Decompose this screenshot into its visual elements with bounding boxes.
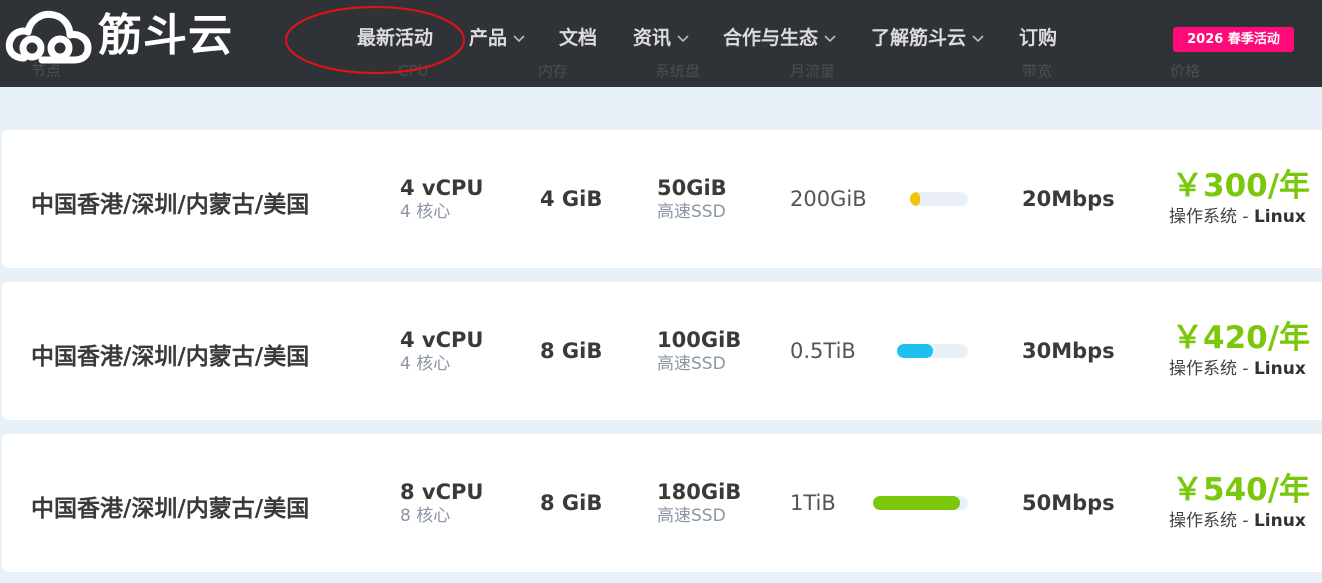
plan-bandwidth: 50Mbps bbox=[1022, 491, 1115, 515]
plan-os: 操作系统 - Linux bbox=[1169, 206, 1306, 228]
chevron-down-icon bbox=[824, 35, 836, 43]
plan-os: 操作系统 - Linux bbox=[1169, 510, 1306, 532]
brand-name: 筋斗云 bbox=[98, 10, 233, 61]
traffic-bar-fill bbox=[873, 496, 961, 510]
traffic-bar bbox=[873, 496, 968, 510]
plan-cpu: 4 vCPU bbox=[400, 328, 484, 352]
top-navbar: 筋斗云 节点 CPU 内存 系统盘 月流量 带宽 价格 最新活动 产品 文档 资… bbox=[0, 0, 1322, 87]
os-value: Linux bbox=[1253, 511, 1306, 531]
plan-bandwidth: 30Mbps bbox=[1022, 339, 1115, 363]
os-value: Linux bbox=[1253, 359, 1306, 379]
os-value: Linux bbox=[1253, 207, 1306, 227]
table-header-row: 节点 CPU 内存 系统盘 月流量 带宽 价格 bbox=[0, 58, 1322, 84]
plan-price[interactable]: ￥300/年 bbox=[1172, 166, 1310, 206]
plan-cpu: 8 vCPU bbox=[400, 480, 484, 504]
header-disk: 系统盘 bbox=[655, 62, 701, 80]
header-memory: 内存 bbox=[538, 62, 569, 80]
traffic-bar bbox=[897, 344, 968, 358]
plan-price[interactable]: ￥420/年 bbox=[1172, 318, 1310, 358]
plan-cpu-cores: 8 核心 bbox=[400, 506, 451, 526]
plan-disk: 180GiB bbox=[657, 480, 742, 504]
traffic-bar-fill bbox=[910, 192, 921, 206]
plan-traffic: 1TiB bbox=[790, 491, 836, 515]
plan-bandwidth: 20Mbps bbox=[1022, 187, 1115, 211]
nav-docs[interactable]: 文档 bbox=[559, 22, 597, 54]
plan-row[interactable]: 中国香港/深圳/内蒙古/美国 8 vCPU 8 核心 8 GiB 180GiB … bbox=[2, 434, 1322, 572]
header-price: 价格 bbox=[1170, 62, 1201, 80]
plan-os: 操作系统 - Linux bbox=[1169, 358, 1306, 380]
nav-order[interactable]: 订购 bbox=[1019, 22, 1057, 54]
nav-label: 产品 bbox=[469, 27, 508, 49]
plan-cpu: 4 vCPU bbox=[400, 176, 484, 200]
nav-label: 合作与生态 bbox=[723, 27, 819, 49]
plan-memory: 8 GiB bbox=[540, 491, 603, 515]
plan-disk-type: 高速SSD bbox=[657, 354, 726, 374]
plan-price[interactable]: ￥540/年 bbox=[1172, 470, 1310, 510]
plan-region: 中国香港/深圳/内蒙古/美国 bbox=[31, 344, 310, 370]
os-label: 操作系统 - bbox=[1169, 359, 1254, 379]
plan-disk-type: 高速SSD bbox=[657, 506, 726, 526]
nav-products[interactable]: 产品 bbox=[469, 22, 526, 54]
os-label: 操作系统 - bbox=[1169, 207, 1254, 227]
traffic-bar-fill bbox=[897, 344, 933, 358]
nav-about[interactable]: 了解筋斗云 bbox=[871, 22, 985, 54]
plan-disk-type: 高速SSD bbox=[657, 202, 726, 222]
promo-badge[interactable]: 2026 春季活动 bbox=[1173, 27, 1294, 52]
plan-region: 中国香港/深圳/内蒙古/美国 bbox=[31, 496, 310, 522]
nav-label: 了解筋斗云 bbox=[871, 27, 967, 49]
chevron-down-icon bbox=[677, 35, 689, 43]
plan-region: 中国香港/深圳/内蒙古/美国 bbox=[31, 192, 310, 218]
header-bandwidth: 带宽 bbox=[1022, 62, 1053, 80]
chevron-down-icon bbox=[972, 35, 984, 43]
plan-memory: 4 GiB bbox=[540, 187, 603, 211]
header-cpu: CPU bbox=[398, 62, 429, 80]
plan-traffic: 0.5TiB bbox=[790, 339, 856, 363]
nav-label: 资讯 bbox=[633, 27, 672, 49]
cloud-icon bbox=[5, 10, 92, 64]
nav-label: 最新活动 bbox=[357, 27, 434, 49]
header-traffic: 月流量 bbox=[790, 62, 836, 80]
nav-news[interactable]: 资讯 bbox=[633, 22, 690, 54]
plan-cpu-cores: 4 核心 bbox=[400, 354, 451, 374]
plan-memory: 8 GiB bbox=[540, 339, 603, 363]
plan-row[interactable]: 中国香港/深圳/内蒙古/美国 4 vCPU 4 核心 4 GiB 50GiB 高… bbox=[2, 130, 1322, 268]
nav-latest-activity[interactable]: 最新活动 bbox=[357, 22, 433, 54]
traffic-bar bbox=[910, 192, 968, 206]
plan-cpu-cores: 4 核心 bbox=[400, 202, 451, 222]
chevron-down-icon bbox=[513, 35, 525, 43]
plan-row[interactable]: 中国香港/深圳/内蒙古/美国 4 vCPU 4 核心 8 GiB 100GiB … bbox=[2, 282, 1322, 420]
header-node: 节点 bbox=[31, 62, 62, 80]
plan-disk: 50GiB bbox=[657, 176, 727, 200]
nav-label: 文档 bbox=[559, 27, 598, 49]
os-label: 操作系统 - bbox=[1169, 511, 1254, 531]
nav-label: 订购 bbox=[1019, 27, 1058, 49]
brand-logo[interactable]: 筋斗云 bbox=[2, 6, 233, 66]
plan-traffic: 200GiB bbox=[790, 187, 867, 211]
nav-partners[interactable]: 合作与生态 bbox=[723, 22, 837, 54]
plan-disk: 100GiB bbox=[657, 328, 742, 352]
